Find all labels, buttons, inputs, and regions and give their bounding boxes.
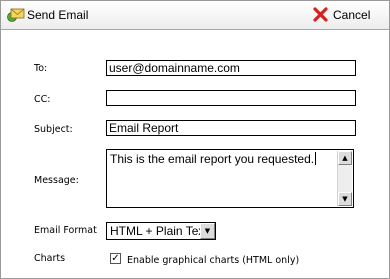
charts-checkbox-label: Enable graphical charts (HTML only) bbox=[127, 255, 300, 266]
scroll-down-icon[interactable]: ▼ bbox=[338, 192, 352, 206]
red-x-icon bbox=[313, 7, 328, 22]
message-text: This is the email report you requested. bbox=[110, 152, 335, 166]
to-field[interactable]: user@domainname.com bbox=[106, 60, 356, 76]
send-email-dialog: Send Email Cancel To: user@domainname.co… bbox=[0, 0, 390, 279]
cancel-button[interactable]: Cancel bbox=[313, 5, 383, 25]
subject-field[interactable]: Email Report bbox=[106, 120, 356, 136]
cc-field[interactable] bbox=[106, 90, 356, 106]
subject-label: Subject: bbox=[34, 124, 73, 135]
charts-checkbox[interactable]: ✓ bbox=[110, 253, 121, 264]
message-scrollbar[interactable]: ▲ ▼ bbox=[337, 151, 352, 206]
envelope-icon bbox=[7, 8, 25, 22]
text-caret bbox=[315, 152, 317, 165]
message-textarea[interactable]: This is the email report you requested. … bbox=[106, 149, 354, 208]
email-format-label: Email Format bbox=[34, 225, 97, 236]
message-value: This is the email report you requested. bbox=[110, 152, 315, 166]
email-format-select[interactable]: HTML + Plain Text ▼ bbox=[106, 222, 216, 240]
chevron-down-icon[interactable]: ▼ bbox=[200, 223, 215, 239]
cc-label: CC: bbox=[34, 94, 51, 105]
dialog-title: Send Email bbox=[27, 8, 89, 22]
charts-label: Charts bbox=[34, 253, 66, 264]
scroll-up-icon[interactable]: ▲ bbox=[338, 151, 352, 165]
title-bar: Send Email Cancel bbox=[1, 1, 389, 30]
to-label: To: bbox=[34, 63, 48, 74]
message-label: Message: bbox=[34, 175, 79, 186]
email-format-value: HTML + Plain Text bbox=[110, 224, 208, 238]
cancel-label: Cancel bbox=[333, 8, 371, 22]
checkmark-icon: ✓ bbox=[111, 253, 120, 264]
